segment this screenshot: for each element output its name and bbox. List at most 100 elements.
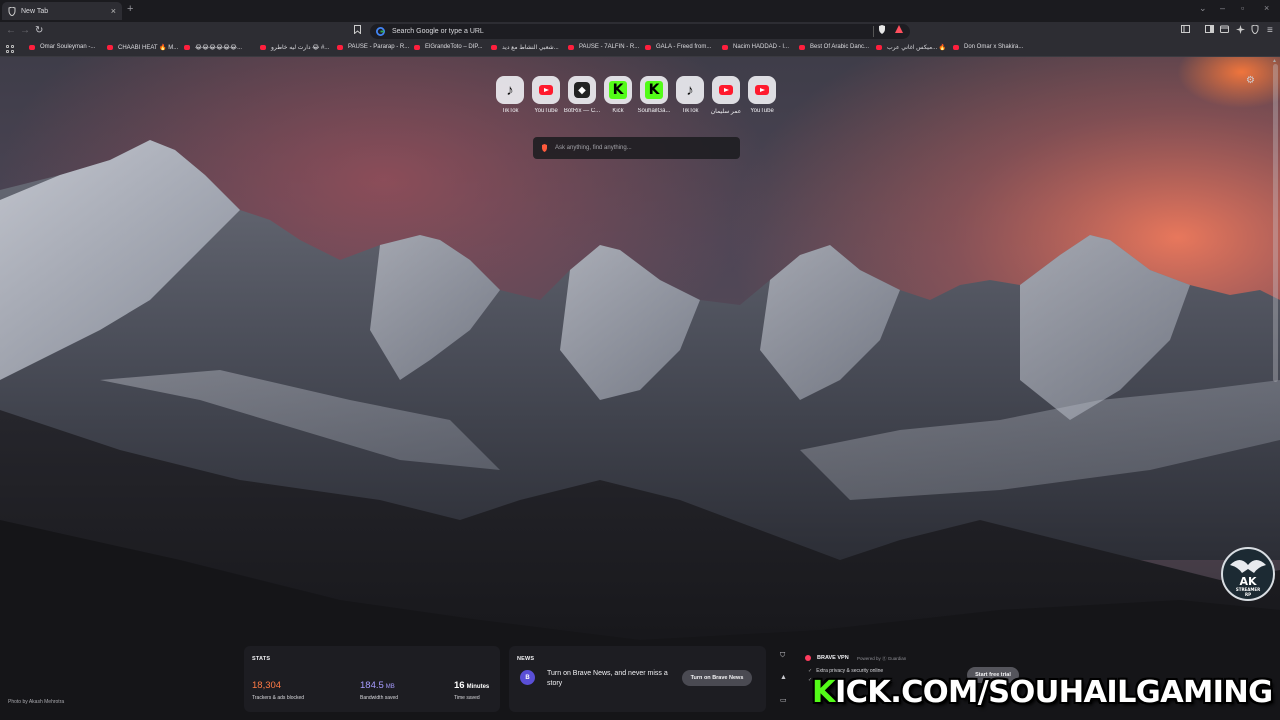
forward-icon[interactable]: → <box>20 25 30 37</box>
youtube-icon <box>29 44 35 50</box>
google-icon <box>376 27 385 36</box>
brave-rewards-icon[interactable] <box>895 25 903 37</box>
vpn-shield-icon[interactable]: ⛉ <box>780 652 785 660</box>
youtube-icon <box>755 85 769 95</box>
youtube-icon <box>722 44 728 50</box>
customize-gear-icon[interactable]: ⚙ <box>1246 75 1255 86</box>
bookmark-label: ElGrandeToto – DIP... <box>425 44 483 50</box>
wallet-icon[interactable] <box>1220 25 1229 37</box>
close-tab-icon[interactable]: × <box>111 6 116 16</box>
stats-title: STATS <box>252 656 271 662</box>
top-site-kick[interactable]: K Kick <box>598 76 638 114</box>
bookmarks-bar: Omar Souleyman -... CHAABI HEAT 🔥 M... 😂… <box>0 41 1280 57</box>
news-title: NEWS <box>517 656 535 662</box>
top-site-tiktok[interactable]: ♪ TikTok <box>490 76 530 114</box>
bookmark-label: PAUSE - Pararap - R... <box>348 44 410 50</box>
stats-widget: STATS 18,304 Trackers & ads blocked 184.… <box>244 646 500 712</box>
vpn-logo-icon <box>805 655 811 661</box>
time-label: Time saved <box>454 695 480 701</box>
talk-icon[interactable]: ▭ <box>780 696 787 704</box>
tab-search-icon[interactable]: ⌄ <box>1199 3 1207 14</box>
turn-on-brave-news-button[interactable]: Turn on Brave News <box>682 670 752 686</box>
side-panel-icon[interactable] <box>1205 25 1214 37</box>
badge-line-3: RP <box>1244 592 1251 597</box>
youtube-icon <box>337 44 343 50</box>
bookmark-label: PAUSE - 7ALFIN - R... <box>579 44 640 50</box>
bookmark-label: Don Omar x Shakira... <box>964 44 1024 50</box>
new-tab-search-box[interactable]: Ask anything, find anything... <box>533 137 740 159</box>
sidebar-icon[interactable] <box>1181 25 1190 37</box>
news-promo-text: Turn on Brave News, and never miss a sto… <box>547 670 668 687</box>
brave-lion-icon <box>542 144 547 152</box>
apps-grid-icon[interactable] <box>6 45 14 53</box>
bookmark-item[interactable]: ميكس اغاني عرب... 🔥 <box>876 44 946 51</box>
bookmark-label: CHAABI HEAT 🔥 M... <box>118 45 179 51</box>
vpn-title: BRAVE VPN <box>817 655 849 661</box>
toolbar: ← → ↻ Search Google or type a URL ≡ <box>0 22 1280 41</box>
bookmark-item[interactable]: Best Of Arabic Danc... <box>799 44 869 50</box>
top-site-label: BotRix — C... <box>563 108 601 114</box>
search-placeholder: Ask anything, find anything... <box>555 145 632 151</box>
youtube-icon <box>184 45 190 50</box>
bookmark-item[interactable]: CHAABI HEAT 🔥 M... <box>107 44 178 51</box>
top-site-label: Kick <box>612 108 624 114</box>
brave-news-avatar: B <box>520 670 535 685</box>
tiktok-tile: ♪ <box>496 76 524 104</box>
top-site-label: YouTube <box>534 108 558 114</box>
top-site-youtube-2[interactable]: YouTube <box>742 76 782 114</box>
reload-icon[interactable]: ↻ <box>35 25 43 37</box>
news-widget: NEWS B Turn on Brave News, and never mis… <box>509 646 766 712</box>
bookmark-item[interactable]: Nacim HADDAD - I... <box>722 44 789 50</box>
youtube-icon <box>107 45 113 50</box>
bandwidth-stat: 184.5 MB Bandwidth saved <box>360 675 398 701</box>
time-stat: 16 Minutes Time saved <box>454 675 489 701</box>
page-scrollbar[interactable] <box>1273 64 1278 382</box>
bandwidth-value: 184.5 <box>360 680 384 691</box>
leo-icon[interactable] <box>1236 25 1245 38</box>
bookmark-item[interactable]: PAUSE - 7ALFIN - R... <box>568 44 639 50</box>
bookmark-label: دارت ليه خاطرو 😂 #... <box>271 45 330 51</box>
youtube-icon <box>491 45 497 50</box>
address-bar[interactable]: Search Google or type a URL <box>370 24 910 39</box>
youtube-icon <box>414 44 420 50</box>
bookmark-label: ميكس اغاني عرب... 🔥 <box>887 45 947 51</box>
bookmark-item[interactable]: PAUSE - Pararap - R... <box>337 44 409 50</box>
minimize-icon[interactable]: – <box>1220 3 1225 13</box>
top-site-youtube[interactable]: YouTube <box>526 76 566 114</box>
back-icon[interactable]: ← <box>6 25 16 37</box>
bookmark-item[interactable]: Don Omar x Shakira... <box>953 44 1023 50</box>
bookmark-item[interactable]: دارت ليه خاطرو 😂 #... <box>260 44 329 51</box>
maximize-icon[interactable]: ▫ <box>1241 3 1244 13</box>
bookmark-item[interactable]: Omar Souleyman -... <box>29 44 95 50</box>
new-tab-plus-icon[interactable]: + <box>127 3 133 15</box>
youtube-icon <box>953 44 959 50</box>
tab-new-tab[interactable]: New Tab × <box>2 2 122 20</box>
kick-k-letter: K <box>812 675 836 710</box>
bookmark-item[interactable]: شعبي النشاط مع ديد... <box>491 44 559 51</box>
bookmark-icon[interactable] <box>354 25 361 38</box>
photo-credit[interactable]: Photo by Akash Mehrotra <box>8 699 64 705</box>
youtube-icon <box>719 85 733 95</box>
tiktok-icon: ♪ <box>506 81 514 99</box>
bookmark-label: Omar Souleyman -... <box>40 44 96 50</box>
close-window-icon[interactable]: × <box>1264 3 1269 13</box>
bookmark-item[interactable]: 😂😂😂😂😂😂... <box>184 44 242 51</box>
menu-icon[interactable]: ≡ <box>1267 25 1273 37</box>
brave-lion-icon <box>8 6 16 16</box>
top-site-souhailgaming[interactable]: K SouhailGa... <box>634 76 674 114</box>
kick-tile: K <box>604 76 632 104</box>
top-site-tiktok-2[interactable]: ♪ TikTok <box>670 76 710 114</box>
bandwidth-label: Bandwidth saved <box>360 695 399 701</box>
vpn-powered-by: Powered by ⓖ Guardian <box>857 656 907 661</box>
youtube-tile <box>712 76 740 104</box>
widget-side-rail: ⛉ ▲ ▭ <box>772 646 798 712</box>
rewards-triangle-icon[interactable]: ▲ <box>780 674 787 681</box>
brave-shields-icon[interactable] <box>878 25 886 38</box>
tab-title: New Tab <box>21 7 49 15</box>
bookmark-item[interactable]: ElGrandeToto – DIP... <box>414 44 483 50</box>
top-site-botrix[interactable]: ◆ BotRix — C... <box>562 76 602 114</box>
bookmark-item[interactable]: GALA - Freed from... <box>645 44 711 50</box>
vpn-icon[interactable] <box>1251 24 1259 38</box>
kick-tile: K <box>640 76 668 104</box>
top-site-omar-souleyman[interactable]: عمر سليمان <box>706 76 746 115</box>
